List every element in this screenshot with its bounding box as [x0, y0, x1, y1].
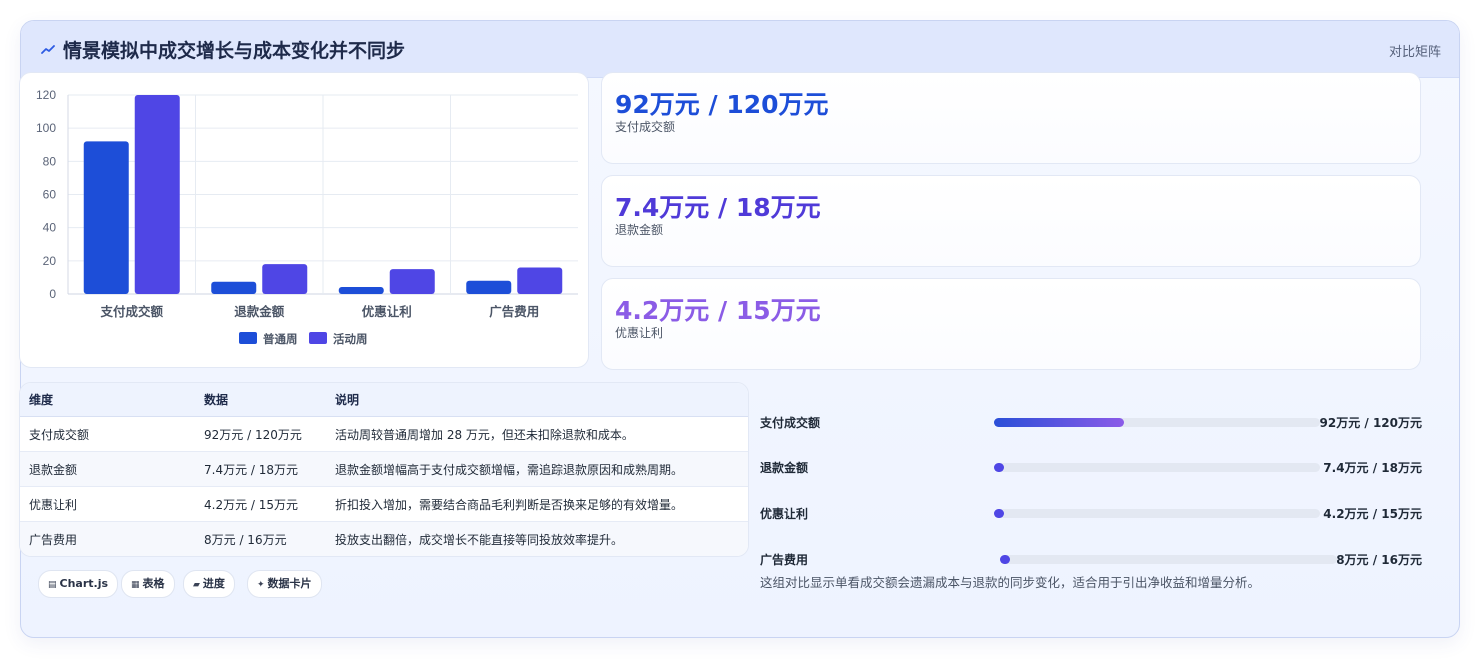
- progress-row: 优惠让利 4.2万元 / 15万元: [760, 503, 1422, 523]
- stat-card: 7.4万元 / 18万元 退款金额: [601, 175, 1421, 267]
- y-tick-label: 60: [43, 188, 57, 202]
- card-header: 情景模拟中成交增长与成本变化并不同步 对比矩阵: [21, 21, 1459, 78]
- table-cell: 活动周较普通周增加 28 万元，但还未扣除退款和成本。: [326, 416, 748, 452]
- progress-fill: [994, 509, 1004, 518]
- progress-track: [994, 509, 1320, 518]
- bar: [466, 280, 512, 294]
- stat-card: 92万元 / 120万元 支付成交额: [601, 72, 1421, 164]
- y-tick-label: 40: [43, 221, 57, 235]
- stat-value: 4.2万元 / 15万元: [615, 296, 821, 325]
- progress-icon: ▰: [193, 580, 200, 590]
- table-row: 支付成交额 92万元 / 120万元 活动周较普通周增加 28 万元，但还未扣除…: [20, 416, 748, 452]
- bar: [517, 267, 563, 294]
- progress-fill: [1000, 555, 1011, 564]
- table-cell: 投放支出翻倍，成交增长不能直接等同投放效率提升。: [326, 521, 748, 556]
- chip-data-card[interactable]: ✦ 数据卡片: [247, 570, 322, 598]
- y-tick-label: 120: [36, 88, 56, 102]
- y-tick-label: 80: [43, 154, 57, 168]
- progress-label: 广告费用: [760, 553, 809, 567]
- progress-row: 支付成交额 92万元 / 120万元: [760, 412, 1422, 432]
- data-table-panel: 维度 数据 说明 支付成交额 92万元 / 120万元 活动周较普通周增加 28…: [19, 382, 749, 557]
- stat-card: 4.2万元 / 15万元 优惠让利: [601, 278, 1421, 370]
- table-cell: 退款金额增幅高于支付成交额增幅，需追踪退款原因和成熟周期。: [326, 451, 748, 487]
- bar-chart: 0 20 40 60 80 100 120 支付成交额 退款金额 优惠让利 广告费用普通周 活动周: [36, 88, 578, 346]
- chip-label: Chart.js: [59, 577, 109, 590]
- table-cell: 92万元 / 120万元: [195, 416, 326, 452]
- table-cell: 广告费用: [20, 521, 195, 556]
- x-tick-label: 优惠让利: [362, 304, 412, 319]
- progress-label: 优惠让利: [760, 507, 809, 521]
- legend-label: 普通周: [263, 332, 298, 346]
- column-header: 说明: [326, 383, 748, 417]
- data-table: 维度 数据 说明 支付成交额 92万元 / 120万元 活动周较普通周增加 28…: [20, 383, 748, 556]
- progress-value: 4.2万元 / 15万元: [1323, 507, 1422, 521]
- column-header: 数据: [195, 383, 326, 417]
- chip-progress[interactable]: ▰ 进度: [183, 570, 235, 598]
- progress-value: 7.4万元 / 18万元: [1323, 461, 1422, 475]
- progress-label: 支付成交额: [760, 416, 821, 430]
- table-cell: 支付成交额: [20, 416, 195, 452]
- chip-chartjs[interactable]: ▤ Chart.js: [38, 570, 119, 598]
- table-cell: 8万元 / 16万元: [195, 521, 326, 556]
- progress-value: 8万元 / 16万元: [1336, 553, 1422, 567]
- table-row: 优惠让利 4.2万元 / 15万元 折扣投入增加，需要结合商品毛利判断是否换来足…: [20, 486, 748, 522]
- stat-value: 7.4万元 / 18万元: [615, 193, 821, 222]
- legend-swatch: [239, 332, 257, 344]
- chip-label: 表格: [142, 577, 165, 590]
- legend-swatch: [309, 332, 327, 344]
- stat-value: 92万元 / 120万元: [615, 90, 829, 119]
- stat-label: 支付成交额: [615, 120, 676, 134]
- table-row: 退款金额 7.4万元 / 18万元 退款金额增幅高于支付成交额增幅，需追踪退款原…: [20, 451, 748, 487]
- trend-icon: [41, 45, 55, 54]
- sparkle-icon: ✦: [257, 580, 265, 590]
- chip-label: 数据卡片: [267, 577, 312, 590]
- table-icon: ▦: [131, 580, 140, 590]
- chip-table[interactable]: ▦ 表格: [121, 570, 175, 598]
- y-tick-label: 20: [43, 254, 57, 268]
- bar: [389, 269, 435, 294]
- bar: [262, 264, 308, 294]
- summary-note: 这组对比显示单看成交额会遗漏成本与退款的同步变化，适合用于引出净收益和增量分析。: [760, 575, 1261, 590]
- progress-row: 广告费用 8万元 / 16万元: [760, 549, 1422, 569]
- chip-label: 进度: [202, 577, 225, 590]
- table-cell: 7.4万元 / 18万元: [195, 451, 326, 487]
- table-row: 广告费用 8万元 / 16万元 投放支出翻倍，成交增长不能直接等同投放效率提升。: [20, 521, 748, 556]
- column-header: 维度: [20, 383, 195, 417]
- table-cell: 4.2万元 / 15万元: [195, 486, 326, 522]
- chart-panel: 0 20 40 60 80 100 120 支付成交额 退款金额 优惠让利 广告费用普通周 活动周: [19, 72, 589, 368]
- progress-fill: [994, 463, 1004, 472]
- bar: [134, 95, 180, 294]
- table-cell: 退款金额: [20, 451, 195, 487]
- progress-label: 退款金额: [760, 461, 809, 475]
- table-cell: 折扣投入增加，需要结合商品毛利判断是否换来足够的有效增量。: [326, 486, 748, 522]
- x-tick-label: 广告费用: [489, 304, 539, 319]
- y-tick-label: 0: [49, 287, 56, 301]
- stat-label: 退款金额: [615, 223, 664, 237]
- progress-value: 92万元 / 120万元: [1319, 416, 1423, 430]
- bar: [338, 287, 384, 294]
- page-title: 情景模拟中成交增长与成本变化并不同步: [63, 40, 406, 62]
- stat-label: 优惠让利: [615, 326, 664, 340]
- progress-row: 退款金额 7.4万元 / 18万元: [760, 457, 1422, 477]
- header-tag: 对比矩阵: [1388, 45, 1441, 60]
- progress-track: [1000, 555, 1337, 564]
- bar: [211, 281, 257, 294]
- progress-track: [994, 463, 1320, 472]
- legend-label: 活动周: [333, 332, 368, 346]
- chart-icon: ▤: [48, 580, 57, 590]
- x-tick-label: 支付成交额: [99, 304, 163, 319]
- table-cell: 优惠让利: [20, 486, 195, 522]
- y-tick-label: 100: [36, 121, 56, 135]
- bar: [83, 141, 129, 294]
- table-header-row: 维度 数据 说明: [20, 383, 748, 417]
- x-tick-label: 退款金额: [234, 304, 285, 319]
- progress-fill: [994, 418, 1125, 427]
- progress-track: [994, 418, 1320, 427]
